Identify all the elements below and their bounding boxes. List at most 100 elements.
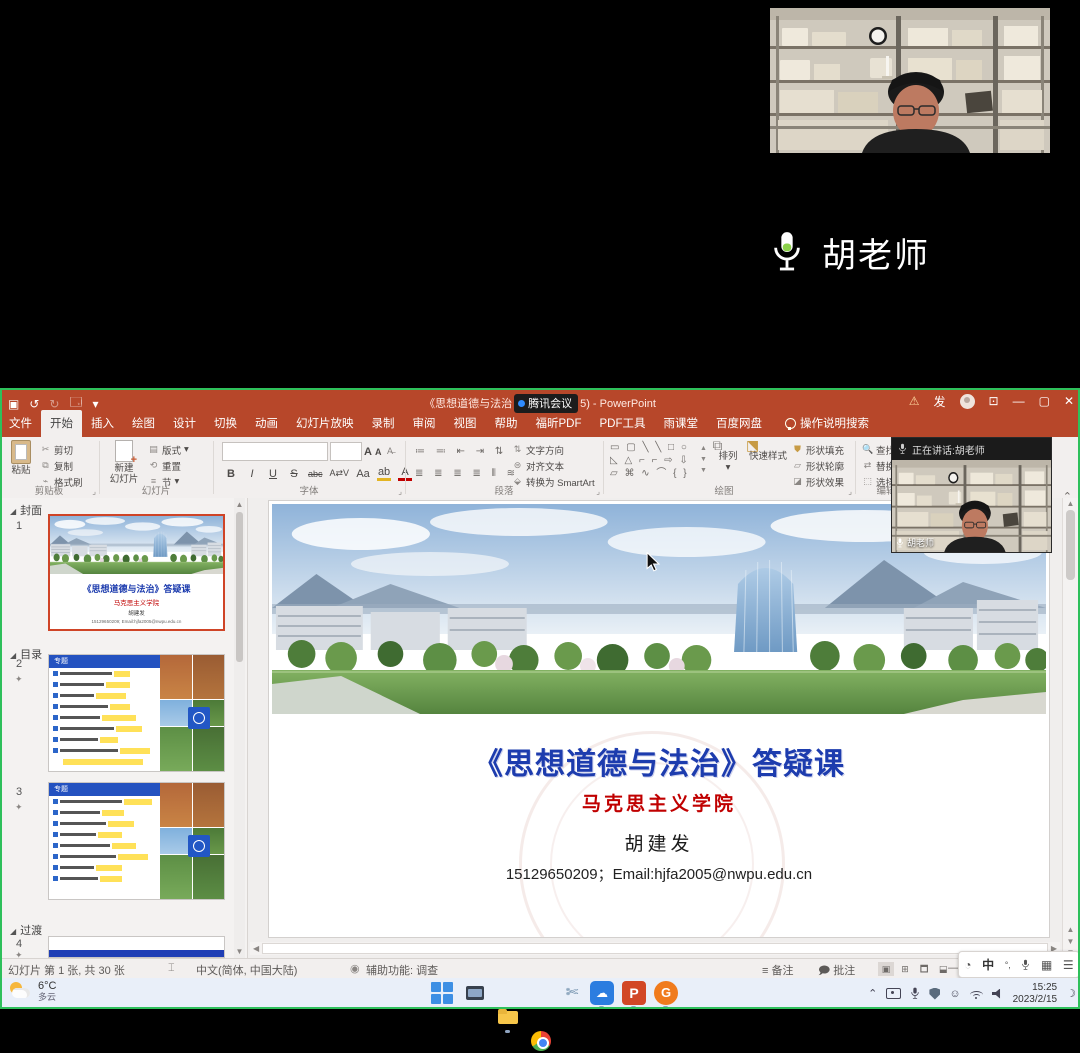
section-transition[interactable]: ◢过渡 (10, 922, 42, 938)
slide-author: 胡建发 (269, 829, 1049, 856)
tray-camera-icon[interactable] (886, 988, 901, 999)
tray-expand-icon[interactable]: ⌃ (868, 987, 877, 1000)
tab-draw[interactable]: 绘图 (123, 410, 164, 437)
section-cover[interactable]: ◢封面 (10, 502, 42, 518)
vertical-scrollbar[interactable]: ▲ ▲ ▼ ▼ (1062, 498, 1078, 958)
tab-baidu-netdisk[interactable]: 百度网盘 (707, 410, 771, 437)
thumbnail-slide-1[interactable]: 《思想道德与法治》答疑课 马克思主义学院 胡建发 15129650209; Em… (48, 514, 225, 631)
tab-help[interactable]: 帮助 (486, 410, 527, 437)
maximize-button[interactable]: ▢ (1039, 394, 1050, 408)
tray-mic-icon[interactable] (910, 987, 920, 1000)
minimize-button[interactable]: — (1013, 394, 1025, 408)
baidu-netdisk-icon[interactable]: ☁ (590, 981, 614, 1005)
tray-ime-icon[interactable]: ☺ (949, 988, 960, 1000)
next-slide-button[interactable]: ▼ (1063, 937, 1078, 946)
speaker-name: 胡老师 (822, 228, 930, 277)
view-buttons: ▣ ⊞ 🗖 ⬓ (878, 962, 951, 976)
ime-toolbar[interactable]: ◔ 中 °, ▦ ☰ (958, 951, 1080, 978)
defender-shield-icon[interactable] (929, 988, 940, 1000)
tab-insert[interactable]: 插入 (82, 410, 123, 437)
slide-sorter-button[interactable]: ⊞ (897, 962, 913, 976)
normal-view-button[interactable]: ▣ (878, 962, 894, 976)
taskbar-weather[interactable]: 6°C 多云 (8, 980, 56, 1002)
slide4-number: 4 (16, 938, 22, 950)
tellme-search[interactable]: 操作说明搜索 (771, 410, 877, 437)
previous-slide-button[interactable]: ▲ (1063, 925, 1078, 934)
slide-department: 马克思主义学院 (269, 789, 1049, 816)
clipboard-dialog-launcher[interactable]: ⌟ (92, 487, 96, 496)
tab-slideshow[interactable]: 幻灯片放映 (287, 410, 363, 437)
ime-punct-icon[interactable]: °, (1005, 960, 1011, 970)
folder-icon[interactable] (496, 1005, 520, 1029)
taskbar-clock[interactable]: 15:25 2023/2/15 (1013, 982, 1058, 1006)
clock-date: 2023/2/15 (1013, 994, 1058, 1006)
collapse-ribbon-icon[interactable]: ⌃ (1063, 490, 1072, 503)
tab-file[interactable]: 文件 (0, 410, 41, 437)
tab-home[interactable]: 开始 (41, 410, 82, 437)
chrome-icon[interactable] (529, 1029, 553, 1053)
ime-mode[interactable]: 中 (982, 956, 994, 973)
wifi-icon[interactable] (970, 989, 983, 999)
notification-moon-icon[interactable]: ☽ (1066, 987, 1076, 1000)
accessibility-status[interactable]: 辅助功能: 调查 (366, 962, 438, 978)
tab-animations[interactable]: 动画 (246, 410, 287, 437)
ribbon-tabs: 文件 开始 插入 绘图 设计 切换 动画 幻灯片放映 录制 审阅 视图 帮助 福… (0, 413, 1080, 437)
volume-icon[interactable] (992, 989, 1004, 999)
tab-record[interactable]: 录制 (363, 410, 404, 437)
powerpoint-taskbar-icon[interactable]: P (622, 981, 646, 1005)
clipboard-group: 剪贴板 ⌟ (0, 437, 98, 498)
thumbnail-scrollbar[interactable]: ▲▼ (234, 498, 245, 958)
webcam-video (770, 8, 1050, 153)
tab-pdf-tools[interactable]: PDF工具 (591, 410, 655, 437)
horizontal-scrollbar[interactable]: ◀▶ (250, 942, 1060, 955)
tab-review[interactable]: 审阅 (404, 410, 445, 437)
thumb2-list (49, 668, 161, 767)
slide2-animation-star: ✦ (15, 674, 23, 685)
tab-foxit-pdf[interactable]: 福昕PDF (527, 410, 591, 437)
font-dialog-launcher[interactable]: ⌟ (398, 487, 402, 496)
weather-condition: 多云 (38, 992, 56, 1002)
language-status[interactable]: 中文(简体, 中国大陆) (196, 962, 297, 978)
snipping-tool-icon[interactable]: ✄ (560, 981, 584, 1005)
weather-temp: 6°C (38, 980, 56, 992)
title-text-left: 《思想道德与法治 (424, 398, 512, 410)
scroll-left-icon[interactable]: ◀ (253, 944, 259, 953)
ime-menu-icon[interactable]: ☰ (1063, 958, 1074, 972)
microphone-icon (770, 230, 804, 274)
font-group: 字体 ⌟ (214, 437, 404, 498)
ime-logo-icon: ◔ (964, 958, 971, 972)
share-label[interactable]: 发 (934, 393, 946, 410)
speaker-banner: 胡老师 (770, 222, 1050, 282)
title-text-right: 5) - PowerPoint (580, 398, 656, 410)
meeting-speaking-bar: 正在讲话:胡老师 (892, 438, 1051, 460)
tab-view[interactable]: 视图 (445, 410, 486, 437)
thumbnail-slide-4[interactable] (48, 936, 225, 958)
reading-view-button[interactable]: 🗖 (916, 962, 932, 976)
slide3-number: 3 (16, 786, 22, 798)
ribbon-display-options-icon[interactable]: ⊡ (989, 394, 999, 408)
paragraph-dialog-launcher[interactable]: ⌟ (596, 487, 600, 496)
meeting-floating-panel[interactable]: 正在讲话:胡老师 胡老师 (891, 437, 1052, 553)
slide-title: 《思想道德与法治》答疑课 (269, 739, 1049, 783)
lightbulb-icon (785, 418, 796, 429)
tab-design[interactable]: 设计 (164, 410, 205, 437)
ime-mic-icon[interactable] (1021, 959, 1030, 971)
notes-button[interactable]: ≡ 备注 (762, 962, 793, 978)
close-button[interactable]: ✕ (1064, 394, 1074, 408)
alert-icon: ⚠ (909, 394, 920, 408)
thumbnail-slide-3[interactable]: 专题 (48, 782, 225, 900)
tab-rain-classroom[interactable]: 雨课堂 (655, 410, 708, 437)
start-button[interactable] (430, 981, 456, 1007)
tab-transitions[interactable]: 切换 (205, 410, 246, 437)
drawing-dialog-launcher[interactable]: ⌟ (848, 487, 852, 496)
account-avatar[interactable] (960, 394, 975, 409)
thumbnail-slide-2[interactable]: 专题 (48, 654, 225, 772)
slide4-animation-star: ✦ (15, 950, 23, 958)
section-toc[interactable]: ◢目录 (10, 646, 42, 662)
thumb3-logo (188, 835, 210, 857)
slide-contact: 15129650209；Email:hjfa2005@nwpu.edu.cn (269, 863, 1049, 884)
file-explorer-icon[interactable] (463, 981, 487, 1005)
titlebar-controls: ⚠ 发 ⊡ — ▢ ✕ (909, 390, 1074, 412)
ime-grid-icon[interactable]: ▦ (1041, 958, 1052, 972)
orange-app-icon[interactable]: G (654, 981, 678, 1005)
